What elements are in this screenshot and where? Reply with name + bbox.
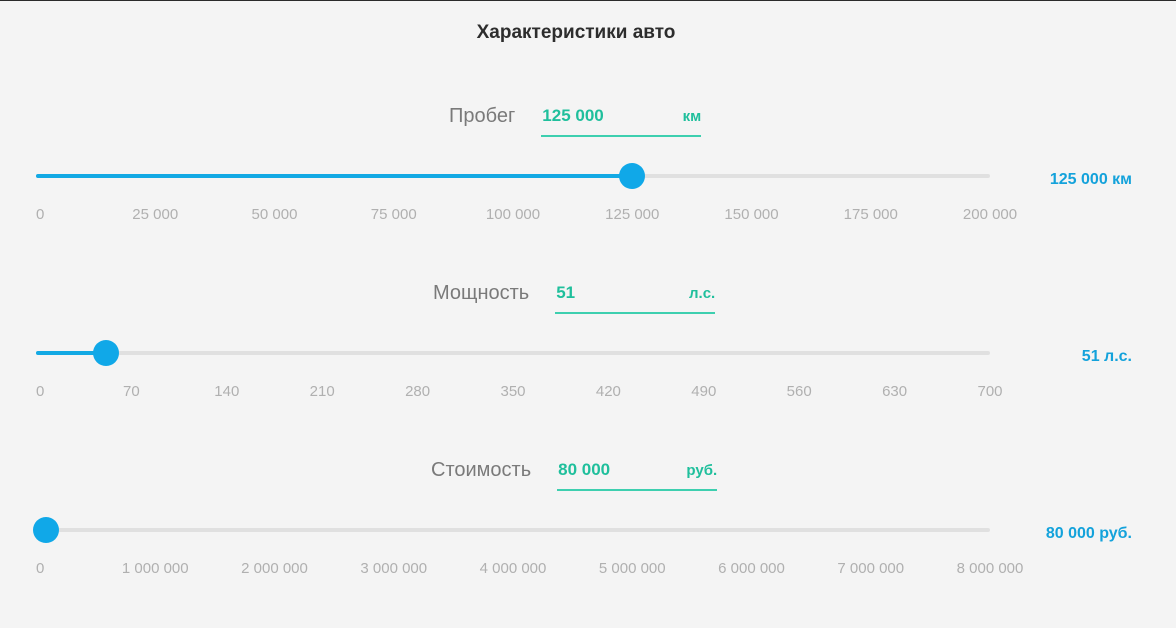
price-unit: руб. [686, 462, 718, 479]
price-slider[interactable] [32, 517, 990, 543]
tick-label: 125 000 [605, 206, 660, 223]
tick-label: 75 000 [370, 206, 417, 223]
tick-label: 350 [500, 383, 526, 400]
tick-label: 210 [309, 383, 335, 400]
price-tick-labels: 0 1 000 000 2 000 000 3 000 000 4 000 000 5 0… [36, 560, 1023, 580]
power-slider[interactable] [36, 340, 990, 366]
price-input-value[interactable]: 80 000 [558, 459, 610, 481]
tick-label: 3 000 000 [360, 560, 428, 577]
power-tick-labels: 0 70 140 210 280 350 420 490 560 630 700 [36, 383, 1003, 403]
tick-label: 25 000 [132, 206, 179, 223]
mileage-field: Пробег 125 000 км [449, 105, 702, 137]
power-field: Мощность 51 л.с. [433, 282, 716, 314]
mileage-slider-thumb[interactable] [619, 163, 646, 189]
power-label: Мощность [433, 282, 530, 304]
price-slider-track[interactable] [36, 528, 990, 532]
price-input[interactable]: 80 000 руб. [557, 459, 718, 491]
mileage-input-value[interactable]: 125 000 [542, 105, 603, 127]
page-title: Характеристики авто [476, 22, 676, 43]
power-unit: л.с. [689, 285, 716, 302]
mileage-tick-labels: 0 25 000 50 000 75 000 100 000 125 000 150 000… [36, 206, 1017, 226]
power-input[interactable]: 51 л.с. [555, 282, 716, 314]
price-readout: 80 000 руб. [1045, 525, 1132, 542]
price-slider-thumb[interactable] [32, 517, 59, 543]
mileage-unit: км [682, 108, 702, 125]
tick-label: 280 [405, 383, 431, 400]
tick-label: 0 [36, 383, 45, 400]
tick-label: 5 000 000 [598, 560, 666, 577]
power-readout: 51 л.с. [1081, 348, 1132, 365]
tick-label: 700 [977, 383, 1003, 400]
tick-label: 420 [595, 383, 621, 400]
power-slider-thumb[interactable] [92, 340, 119, 366]
mileage-label: Пробег [449, 105, 516, 127]
tick-label: 1 000 000 [121, 560, 189, 577]
tick-label: 630 [882, 383, 908, 400]
power-slider-track[interactable] [36, 351, 990, 355]
mileage-readout: 125 000 км [1049, 171, 1132, 188]
tick-label: 7 000 000 [837, 560, 905, 577]
tick-label: 200 000 [962, 206, 1018, 223]
tick-label: 8 000 000 [956, 560, 1024, 577]
tick-label: 6 000 000 [718, 560, 785, 577]
tick-label: 490 [691, 383, 717, 400]
tick-label: 4 000 000 [479, 560, 547, 577]
tick-label: 560 [786, 383, 812, 400]
power-input-value[interactable]: 51 [556, 282, 575, 304]
mileage-slider-fill [36, 174, 633, 178]
tick-label: 50 000 [251, 206, 298, 223]
price-label: Стоимость [431, 459, 532, 481]
tick-label: 150 000 [724, 206, 779, 223]
tick-label: 140 [214, 383, 240, 400]
tick-label: 2 000 000 [241, 560, 308, 577]
mileage-slider[interactable] [36, 163, 990, 189]
tick-label: 100 000 [485, 206, 541, 223]
tick-label: 175 000 [843, 206, 898, 223]
tick-label: 70 [123, 383, 140, 400]
price-field: Стоимость 80 000 руб. [431, 459, 718, 491]
tick-label: 0 [36, 560, 45, 577]
mileage-input[interactable]: 125 000 км [541, 105, 702, 137]
tick-label: 0 [36, 206, 45, 223]
